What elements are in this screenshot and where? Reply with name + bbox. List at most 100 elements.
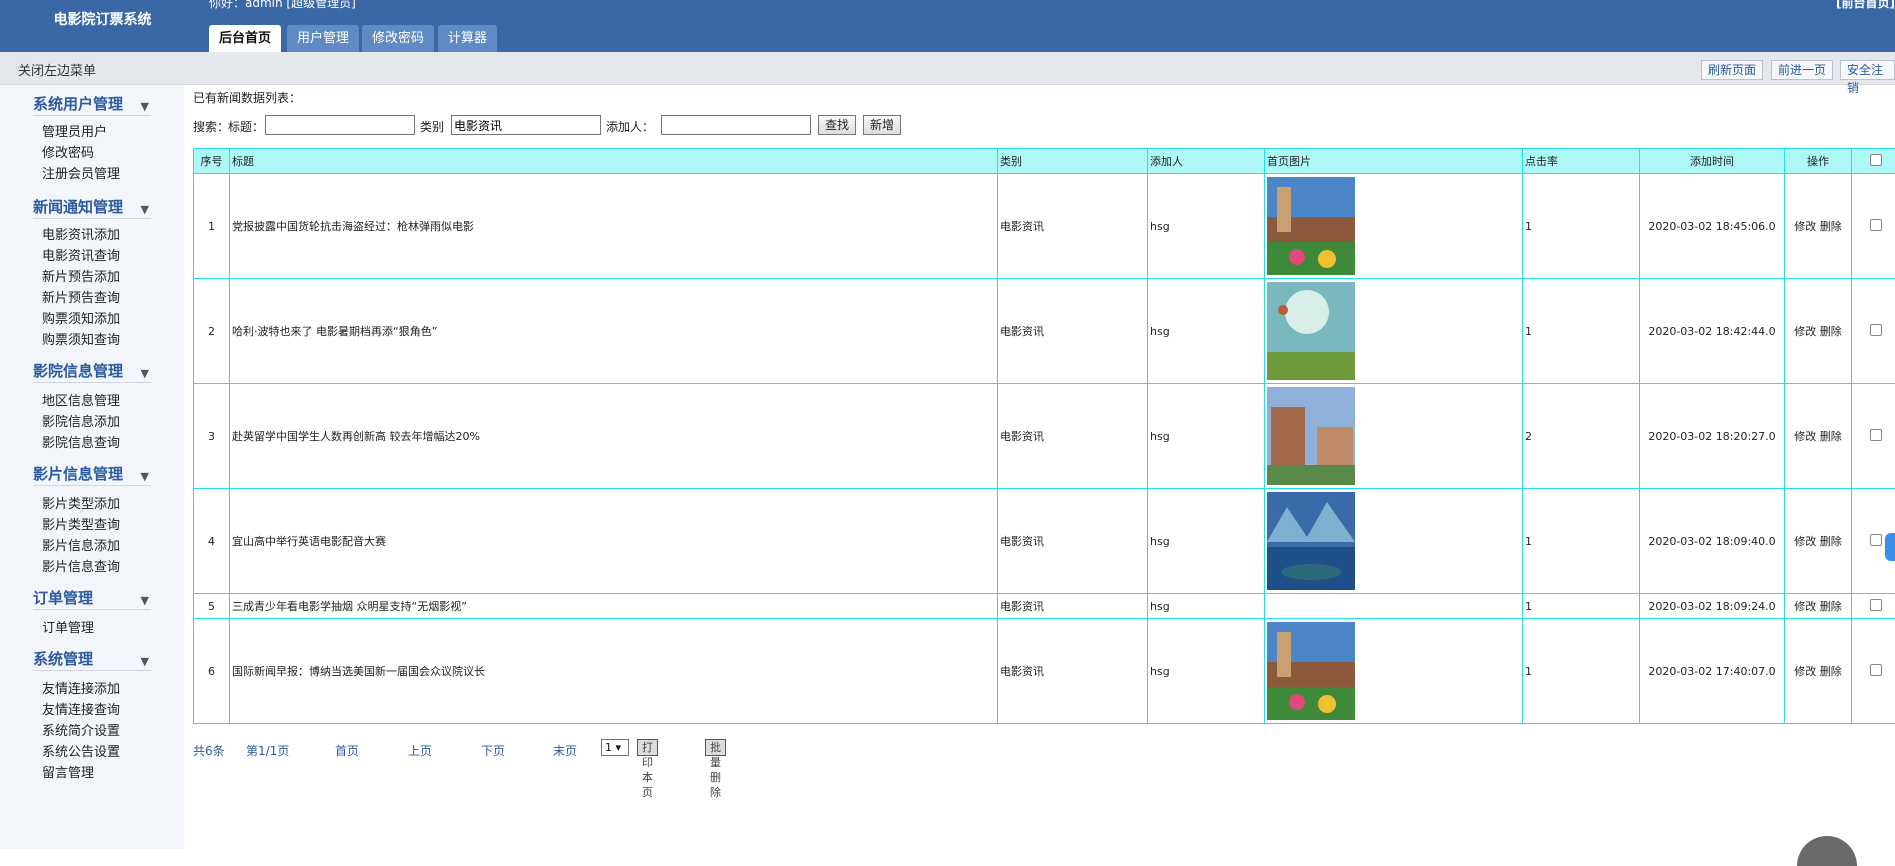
delete-link[interactable]: 删除 xyxy=(1820,325,1842,338)
sidebar-item-order-management[interactable]: 订单管理 xyxy=(42,621,94,637)
sidebar-group-system[interactable]: 系统管理 ▼ xyxy=(33,648,151,671)
tab-calculator[interactable]: 计算器 xyxy=(438,25,497,52)
sidebar-item-link-query[interactable]: 友情连接查询 xyxy=(42,703,120,719)
row-checkbox[interactable] xyxy=(1870,664,1882,676)
sidebar-item-change-password[interactable]: 修改密码 xyxy=(42,146,94,162)
first-page-link[interactable]: 首页 xyxy=(335,742,359,759)
table-row: 6 国际新闻早报：博纳当选美国新一届国会众议院议长 电影资讯 hsg 1 202… xyxy=(194,619,1895,724)
sidebar-item-announcement-settings[interactable]: 系统公告设置 xyxy=(42,745,120,761)
row-category: 电影资讯 xyxy=(998,594,1148,619)
sidebar-item-movie-news-add[interactable]: 电影资讯添加 xyxy=(42,228,120,244)
row-checkbox[interactable] xyxy=(1870,324,1882,336)
triangle-down-icon: ▼ xyxy=(141,590,149,612)
sidebar-item-region-management[interactable]: 地区信息管理 xyxy=(42,394,120,410)
tab-backend-home[interactable]: 后台首页 xyxy=(209,25,281,52)
sidebar-item-member-management[interactable]: 注册会员管理 xyxy=(42,167,120,183)
row-image-cell xyxy=(1265,279,1523,384)
row-actions: 修改 删除 xyxy=(1785,594,1852,619)
edit-link[interactable]: 修改 xyxy=(1794,220,1816,233)
last-page-link[interactable]: 末页 xyxy=(553,742,577,759)
triangle-down-icon: ▼ xyxy=(141,651,149,673)
left-sidebar: 系统用户管理 ▼ 管理员用户 修改密码 注册会员管理 新闻通知管理 ▼ 电影资讯… xyxy=(0,85,184,849)
row-title: 国际新闻早报：博纳当选美国新一届国会众议院议长 xyxy=(230,619,998,724)
page-select[interactable]: 1 ▾ xyxy=(601,739,629,756)
row-select-cell xyxy=(1852,174,1895,279)
sidebar-group-system-users[interactable]: 系统用户管理 ▼ xyxy=(33,93,151,116)
news-table: 序号 标题 类别 添加人 首页图片 点击率 添加时间 操作 1 党报披露中国货轮… xyxy=(193,148,1895,724)
sub-toolbar: 关闭左边菜单 刷新页面 前进一页 安全注销 xyxy=(0,52,1895,85)
sidebar-item-ticket-notice-query[interactable]: 购票须知查询 xyxy=(42,333,120,349)
prev-page-link[interactable]: 上页 xyxy=(408,742,432,759)
title-search-input[interactable] xyxy=(265,115,415,135)
front-home-link[interactable]: [前台首页] xyxy=(1836,0,1895,11)
sidebar-item-film-type-add[interactable]: 影片类型添加 xyxy=(42,497,120,513)
list-title: 已有新闻数据列表： xyxy=(193,89,301,106)
sidebar-item-film-query[interactable]: 影片信息查询 xyxy=(42,560,120,576)
select-all-checkbox[interactable] xyxy=(1870,154,1882,166)
edit-link[interactable]: 修改 xyxy=(1794,600,1816,613)
delete-link[interactable]: 删除 xyxy=(1820,665,1842,678)
sidebar-group-cinema[interactable]: 影院信息管理 ▼ xyxy=(33,360,151,383)
campus-thumbnail xyxy=(1267,387,1355,485)
tab-user-management[interactable]: 用户管理 xyxy=(287,25,359,52)
sidebar-item-message-management[interactable]: 留言管理 xyxy=(42,766,94,782)
row-adder: hsg xyxy=(1148,279,1265,384)
sidebar-item-admin-users[interactable]: 管理员用户 xyxy=(42,125,107,141)
delete-link[interactable]: 删除 xyxy=(1820,600,1842,613)
triangle-down-icon: ▼ xyxy=(141,96,149,118)
logout-button[interactable]: 安全注销 xyxy=(1840,60,1895,80)
refresh-page-button[interactable]: 刷新页面 xyxy=(1701,60,1763,80)
side-float-tab[interactable] xyxy=(1885,533,1895,561)
search-button[interactable]: 查找 xyxy=(818,115,856,135)
row-title: 三成青少年看电影学抽烟 众明星支持“无烟影视” xyxy=(230,594,998,619)
sidebar-item-trailer-query[interactable]: 新片预告查询 xyxy=(42,291,120,307)
sidebar-item-trailer-add[interactable]: 新片预告添加 xyxy=(42,270,120,286)
close-left-menu-button[interactable]: 关闭左边菜单 xyxy=(18,60,96,79)
row-checkbox[interactable] xyxy=(1870,219,1882,231)
category-search-input[interactable] xyxy=(451,115,601,135)
edit-link[interactable]: 修改 xyxy=(1794,665,1816,678)
delete-link[interactable]: 删除 xyxy=(1820,535,1842,548)
sidebar-group-title: 系统管理 xyxy=(33,650,93,668)
sidebar-item-link-add[interactable]: 友情连接添加 xyxy=(42,682,120,698)
sidebar-item-film-add[interactable]: 影片信息添加 xyxy=(42,539,120,555)
tab-change-password[interactable]: 修改密码 xyxy=(362,25,434,52)
col-header-clicks: 点击率 xyxy=(1523,149,1640,174)
edit-link[interactable]: 修改 xyxy=(1794,325,1816,338)
user-greeting: 你好：admin [超级管理员] xyxy=(209,0,356,11)
edit-link[interactable]: 修改 xyxy=(1794,535,1816,548)
row-adder: hsg xyxy=(1148,489,1265,594)
row-adder: hsg xyxy=(1148,174,1265,279)
sidebar-group-orders[interactable]: 订单管理 ▼ xyxy=(33,587,151,610)
sidebar-item-film-type-query[interactable]: 影片类型查询 xyxy=(42,518,120,534)
sidebar-item-intro-settings[interactable]: 系统简介设置 xyxy=(42,724,120,740)
row-select-cell xyxy=(1852,619,1895,724)
delete-link[interactable]: 删除 xyxy=(1820,430,1842,443)
sidebar-item-ticket-notice-add[interactable]: 购票须知添加 xyxy=(42,312,120,328)
row-clicks: 2 xyxy=(1523,384,1640,489)
select-all-cell xyxy=(1852,149,1895,174)
row-clicks: 1 xyxy=(1523,489,1640,594)
table-row: 5 三成青少年看电影学抽烟 众明星支持“无烟影视” 电影资讯 hsg 1 202… xyxy=(194,594,1895,619)
sidebar-group-film[interactable]: 影片信息管理 ▼ xyxy=(33,463,151,486)
adder-search-input[interactable] xyxy=(661,115,811,135)
row-time: 2020-03-02 18:09:40.0 xyxy=(1640,489,1785,594)
sidebar-group-news[interactable]: 新闻通知管理 ▼ xyxy=(33,196,151,219)
sidebar-item-movie-news-query[interactable]: 电影资讯查询 xyxy=(42,249,120,265)
edit-link[interactable]: 修改 xyxy=(1794,430,1816,443)
batch-delete-button[interactable]: 批量删除 xyxy=(705,739,726,756)
forward-page-button[interactable]: 前进一页 xyxy=(1771,60,1833,80)
row-checkbox[interactable] xyxy=(1870,599,1882,611)
print-page-button[interactable]: 打印本页 xyxy=(637,739,658,756)
row-select-cell xyxy=(1852,594,1895,619)
row-checkbox[interactable] xyxy=(1870,534,1882,546)
sidebar-item-cinema-query[interactable]: 影院信息查询 xyxy=(42,436,120,452)
row-checkbox[interactable] xyxy=(1870,429,1882,441)
add-button[interactable]: 新增 xyxy=(863,115,901,135)
sidebar-item-cinema-add[interactable]: 影院信息添加 xyxy=(42,415,120,431)
next-page-link[interactable]: 下页 xyxy=(481,742,505,759)
top-header: 电影院订票系统 你好：admin [超级管理员] [前台首页] 后台首页 用户管… xyxy=(0,0,1895,52)
row-no: 2 xyxy=(194,279,230,384)
row-category: 电影资讯 xyxy=(998,279,1148,384)
delete-link[interactable]: 删除 xyxy=(1820,220,1842,233)
